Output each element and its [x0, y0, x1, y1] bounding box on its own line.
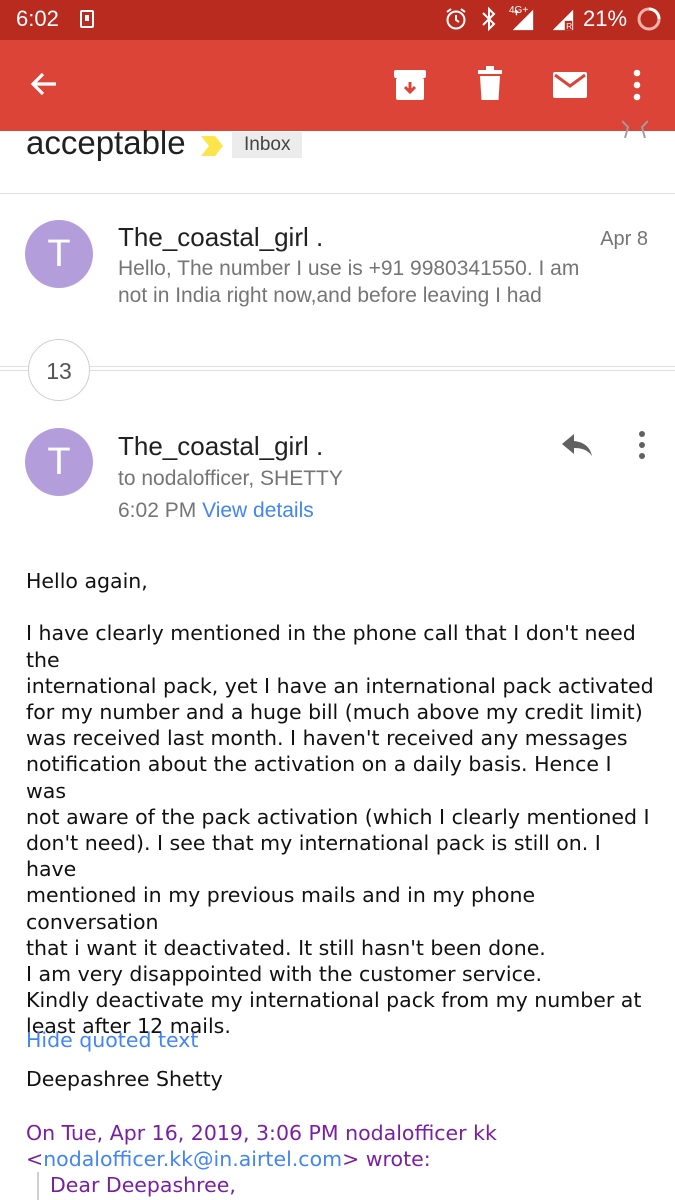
app-bar — [0, 40, 675, 131]
quote-wrote: > wrote: — [342, 1147, 431, 1172]
message-date: Apr 8 — [600, 228, 648, 250]
more-vert-icon[interactable] — [630, 68, 644, 102]
body-line: Kindly deactivate my international pack … — [26, 988, 642, 1013]
message-time-row: 6:02 PM View details — [118, 499, 314, 523]
view-details-link[interactable]: View details — [202, 499, 314, 522]
body-line: was received last month. I haven't recei… — [26, 726, 628, 751]
quote-header-line1: On Tue, Apr 16, 2019, 3:06 PM nodaloffic… — [26, 1121, 497, 1145]
reply-icon[interactable] — [560, 432, 594, 458]
quote-greeting: Dear Deepashree, — [50, 1173, 236, 1197]
email-subject: acceptable — [26, 124, 186, 161]
more-vert-icon[interactable] — [635, 430, 649, 460]
message-snippet-line1: Hello, The number I use is +91 998034155… — [118, 257, 580, 280]
divider — [0, 366, 675, 367]
star-icon[interactable] — [622, 118, 648, 138]
download-icon — [80, 10, 94, 28]
archive-icon[interactable] — [392, 68, 428, 102]
quote-email-link[interactable]: nodalofficer.kk@in.airtel.com — [43, 1147, 342, 1171]
recipients: to nodalofficer, SHETTY — [118, 467, 343, 490]
sender-name: The_coastal_girl . — [118, 431, 324, 461]
body-line: I have clearly mentioned in the phone ca… — [26, 621, 636, 672]
battery-icon — [637, 7, 661, 31]
quote-open-bracket: < — [26, 1147, 44, 1172]
avatar: T — [25, 428, 93, 496]
collapsed-messages-count[interactable]: 13 — [28, 339, 90, 401]
back-arrow-icon[interactable] — [28, 68, 60, 100]
inbox-label[interactable]: Inbox — [232, 132, 303, 158]
status-bar: 6:02 4G+ R 21% — [0, 0, 675, 40]
body-line: that i want it deactivated. It still has… — [26, 935, 546, 960]
important-marker-icon[interactable] — [199, 133, 225, 159]
body-line: notification about the activation on a d… — [26, 752, 612, 803]
quote-bar — [37, 1172, 39, 1200]
message-snippet-line2: not in India right now,and before leavin… — [118, 284, 542, 307]
hide-quoted-text-link[interactable]: Hide quoted text — [26, 1028, 198, 1052]
body-line: international pack, yet I have an intern… — [26, 673, 654, 698]
mail-icon[interactable] — [552, 71, 588, 99]
body-greeting: Hello again, — [26, 569, 148, 593]
collapsed-message[interactable]: T The_coastal_girl . Apr 8 Hello, The nu… — [0, 194, 675, 334]
message-body: Hello again, I have clearly mentioned in… — [26, 568, 656, 1092]
message-time: 6:02 PM — [118, 499, 197, 522]
body-line: for my number and a huge bill (much abov… — [26, 700, 643, 724]
status-time: 6:02 — [16, 6, 59, 31]
svg-text:R: R — [566, 21, 572, 31]
body-line: not aware of the pack activation (which … — [26, 804, 650, 829]
signal-icon: R — [552, 9, 574, 31]
signature: Deepashree Shetty — [26, 1066, 223, 1091]
delete-icon[interactable] — [476, 66, 504, 102]
avatar: T — [25, 220, 93, 288]
quote-header: On Tue, Apr 16, 2019, 3:06 PM nodaloffic… — [26, 1120, 497, 1172]
alarm-icon — [446, 8, 466, 30]
sender-name: The_coastal_girl . — [118, 222, 324, 252]
body-line: I am very disappointed with the customer… — [26, 962, 542, 987]
body-line: mentioned in my previous mails and in my… — [26, 883, 536, 934]
body-line: don't need). I see that my international… — [26, 831, 601, 882]
battery-percent: 21% — [583, 6, 628, 31]
signal-4g-icon — [512, 9, 534, 31]
divider — [0, 370, 675, 371]
bluetooth-icon — [482, 6, 496, 32]
